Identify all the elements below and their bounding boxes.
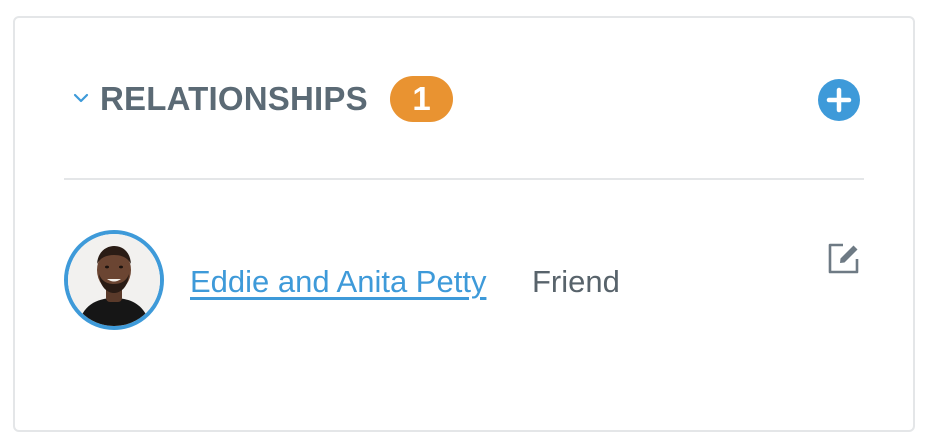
list-item: Eddie and Anita Petty Friend <box>64 230 864 330</box>
chevron-down-icon[interactable] <box>72 89 90 107</box>
section-title: RELATIONSHIPS <box>100 80 368 117</box>
edit-icon[interactable] <box>826 242 860 276</box>
add-relationship-button[interactable] <box>818 79 860 121</box>
relationship-name-link[interactable]: Eddie and Anita Petty <box>190 262 486 302</box>
person-avatar-icon <box>68 234 160 326</box>
relationship-type: Friend <box>532 264 620 299</box>
plus-icon <box>826 87 852 113</box>
count-badge: 1 <box>390 76 453 122</box>
divider <box>64 178 864 180</box>
relationships-header: RELATIONSHIPS 1 <box>64 74 864 124</box>
avatar[interactable] <box>64 230 164 330</box>
